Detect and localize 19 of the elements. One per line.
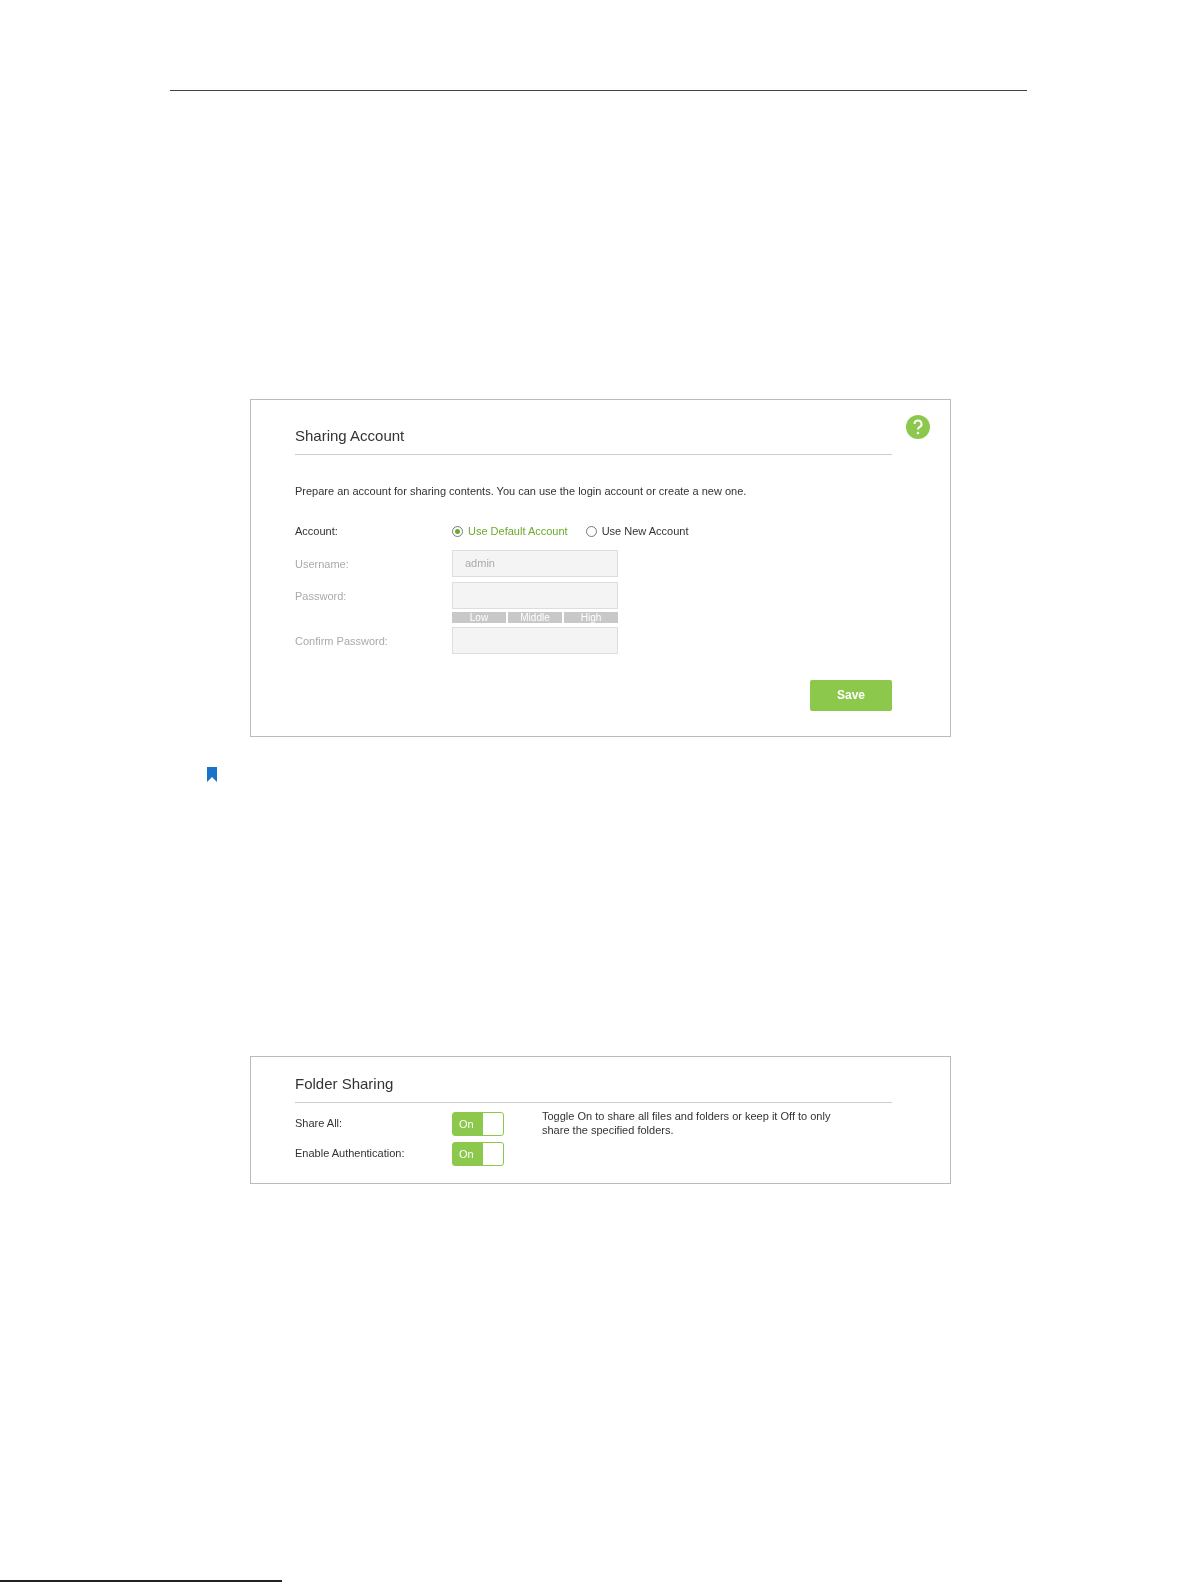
field-label: Share All: xyxy=(295,1116,344,1132)
field-label: Password: xyxy=(295,588,348,604)
input-field[interactable] xyxy=(452,581,618,609)
field-label: Confirm Password: xyxy=(295,633,389,649)
bookmark-icon xyxy=(207,767,217,782)
radio-option[interactable]: Use Default Account xyxy=(452,523,568,540)
toggle-switch[interactable]: On xyxy=(452,1111,504,1136)
help-icon[interactable] xyxy=(906,415,930,439)
panel-title: Folder Sharing xyxy=(295,1073,892,1103)
save-button[interactable]: Save xyxy=(810,679,892,711)
input-field[interactable] xyxy=(452,626,618,654)
description-text: Prepare an account for sharing contents. You can use the login account or create a new one. xyxy=(295,483,748,499)
hint-text: Toggle On to share all files and folders or keep it Off to only share the specified folders. xyxy=(542,1108,832,1138)
field-label: Enable Authentication: xyxy=(295,1146,406,1162)
field-label: Account: xyxy=(295,524,339,539)
field-label: Username: xyxy=(295,556,350,572)
toggle-switch[interactable]: On xyxy=(452,1141,504,1166)
radio-option[interactable]: Use New Account xyxy=(585,523,689,540)
panel-title: Sharing Account xyxy=(295,425,892,455)
